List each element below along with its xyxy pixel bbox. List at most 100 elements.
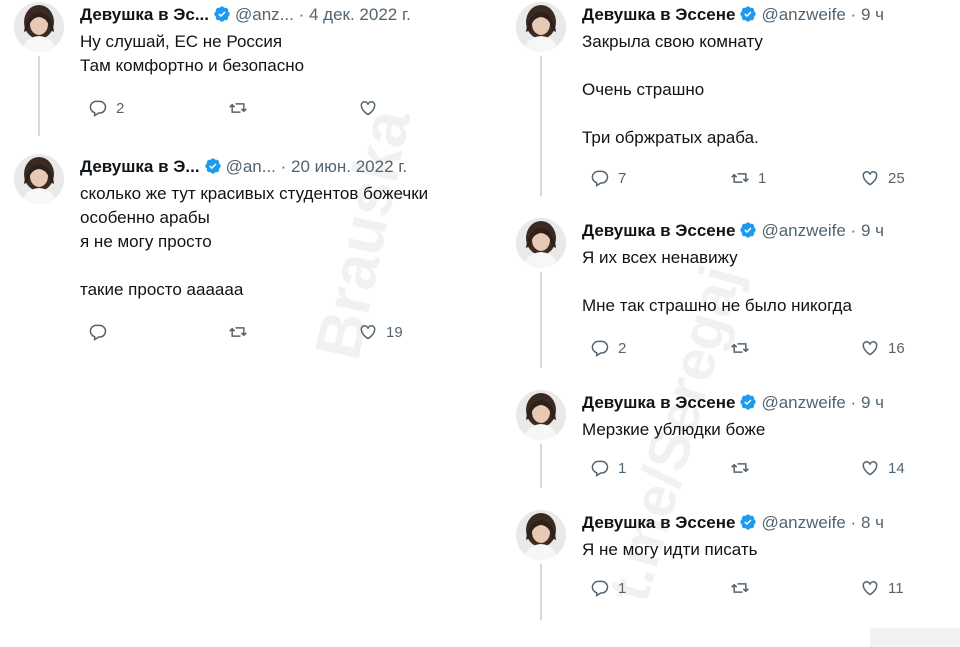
tweet-header: Девушка в Эссене @anzweife · 8 ч [582,512,884,534]
timestamp[interactable]: 4 дек. 2022 г. [309,5,411,24]
separator-dot: · [845,513,861,532]
tweet-actions: 19 [80,320,410,344]
reply-button[interactable] [80,320,116,344]
user-handle[interactable]: @an... [226,157,276,176]
tweet-header: Девушка в Э... @an... · 20 июн. 2022 г. [80,156,407,178]
like-button[interactable] [350,96,386,120]
timestamp[interactable]: 9 ч [861,393,884,412]
tweet-actions: 2 16 [582,336,912,360]
display-name[interactable]: Девушка в Эс... [80,5,209,24]
replies-count: 2 [618,339,627,357]
user-handle[interactable]: @anzweife [761,221,845,240]
user-handle[interactable]: @anz... [235,5,294,24]
likes-count: 19 [386,323,403,341]
replies-count: 7 [618,169,627,187]
reply-button[interactable]: 1 [582,456,626,480]
separator-dot: · [845,221,861,240]
reply-button[interactable]: 1 [582,576,626,600]
retweet-icon [730,168,750,188]
tweet-card[interactable]: Девушка в Эссене @anzweife · 9 ч Мерзкие у… [516,390,956,477]
retweets-count: 1 [758,169,767,187]
corner-box [870,628,960,647]
verified-badge-icon [739,513,757,531]
retweet-button[interactable]: 1 [722,166,766,190]
verified-badge-icon [739,5,757,23]
avatar[interactable] [516,218,566,268]
display-name[interactable]: Девушка в Эссене [582,393,735,412]
tweet-text: Я их всех ненавижу Мне так страшно не бы… [582,248,852,315]
timestamp[interactable]: 20 июн. 2022 г. [291,157,407,176]
reply-button[interactable]: 7 [582,166,626,190]
separator-dot: · [845,5,861,24]
thread-connector-line [540,272,542,368]
tweet-header: Девушка в Эссене @anzweife · 9 ч [582,220,884,242]
tweet-actions: 1 14 [582,456,912,480]
avatar[interactable] [516,390,566,440]
display-name[interactable]: Девушка в Эссене [582,5,735,24]
verified-badge-icon [204,157,222,175]
likes-count: 25 [888,169,905,187]
like-button[interactable]: 16 [852,336,905,360]
reply-icon [88,322,108,342]
avatar[interactable] [14,154,64,204]
timestamp[interactable]: 9 ч [861,5,884,24]
reply-icon [88,98,108,118]
verified-badge-icon [739,221,757,239]
tweet-card[interactable]: Девушка в Э... @an... · 20 июн. 2022 г. ск… [14,154,454,341]
avatar[interactable] [516,2,566,52]
tweet-text: Закрыла свою комнату Очень страшно Три о… [582,32,763,147]
display-name[interactable]: Девушка в Эссене [582,221,735,240]
tweet-actions: 7 1 25 [582,166,912,190]
like-button[interactable]: 25 [852,166,905,190]
avatar[interactable] [14,2,64,52]
panel-divider [487,0,488,647]
retweet-icon [730,578,750,598]
retweet-icon [730,338,750,358]
reply-button[interactable]: 2 [80,96,124,120]
retweet-button[interactable] [220,96,256,120]
likes-count: 16 [888,339,905,357]
like-button[interactable]: 14 [852,456,905,480]
tweet-actions: 1 11 [582,576,912,600]
user-handle[interactable]: @anzweife [761,393,845,412]
like-icon [860,458,880,478]
tweet-card[interactable]: Девушка в Эссене @anzweife · 8 ч Я не могу… [516,510,956,597]
like-button[interactable]: 19 [350,320,403,344]
reply-icon [590,458,610,478]
timestamp[interactable]: 9 ч [861,221,884,240]
tweet-text: сколько же тут красивых студентов божечк… [80,184,429,299]
display-name[interactable]: Девушка в Эссене [582,513,735,532]
like-icon [358,322,378,342]
like-button[interactable]: 11 [852,576,904,600]
tweet-text: Ну слушай, ЕС не Россия Там комфортно и … [80,32,305,75]
thread-connector-line [540,564,542,620]
user-handle[interactable]: @anzweife [761,513,845,532]
retweet-button[interactable] [722,336,758,360]
like-icon [860,338,880,358]
avatar[interactable] [516,510,566,560]
thread-connector-line [540,444,542,488]
user-handle[interactable]: @anzweife [761,5,845,24]
tweet-card[interactable]: Девушка в Эссене @anzweife · 9 ч Я их всех… [516,218,956,357]
replies-count: 1 [618,459,627,477]
separator-dot: · [275,157,292,176]
reply-button[interactable]: 2 [582,336,626,360]
tweet-card[interactable]: Девушка в Эссене @anzweife · 9 ч Закрыла с… [516,2,956,187]
timestamp[interactable]: 8 ч [861,513,884,532]
like-icon [860,168,880,188]
retweet-button[interactable] [722,456,758,480]
reply-icon [590,168,610,188]
tweet-actions: 2 [80,96,410,120]
tweet-header: Девушка в Эс... @anz... · 4 дек. 2022 г. [80,4,411,26]
like-icon [358,98,378,118]
tweet-card[interactable]: Девушка в Эс... @anz... · 4 дек. 2022 г. Н… [14,2,454,117]
replies-count: 1 [618,579,627,597]
retweet-button[interactable] [220,320,256,344]
retweet-button[interactable] [722,576,758,600]
display-name[interactable]: Девушка в Э... [80,157,200,176]
retweet-icon [730,458,750,478]
likes-count: 11 [888,579,904,597]
separator-dot: · [293,5,309,24]
separator-dot: · [845,393,861,412]
likes-count: 14 [888,459,905,477]
